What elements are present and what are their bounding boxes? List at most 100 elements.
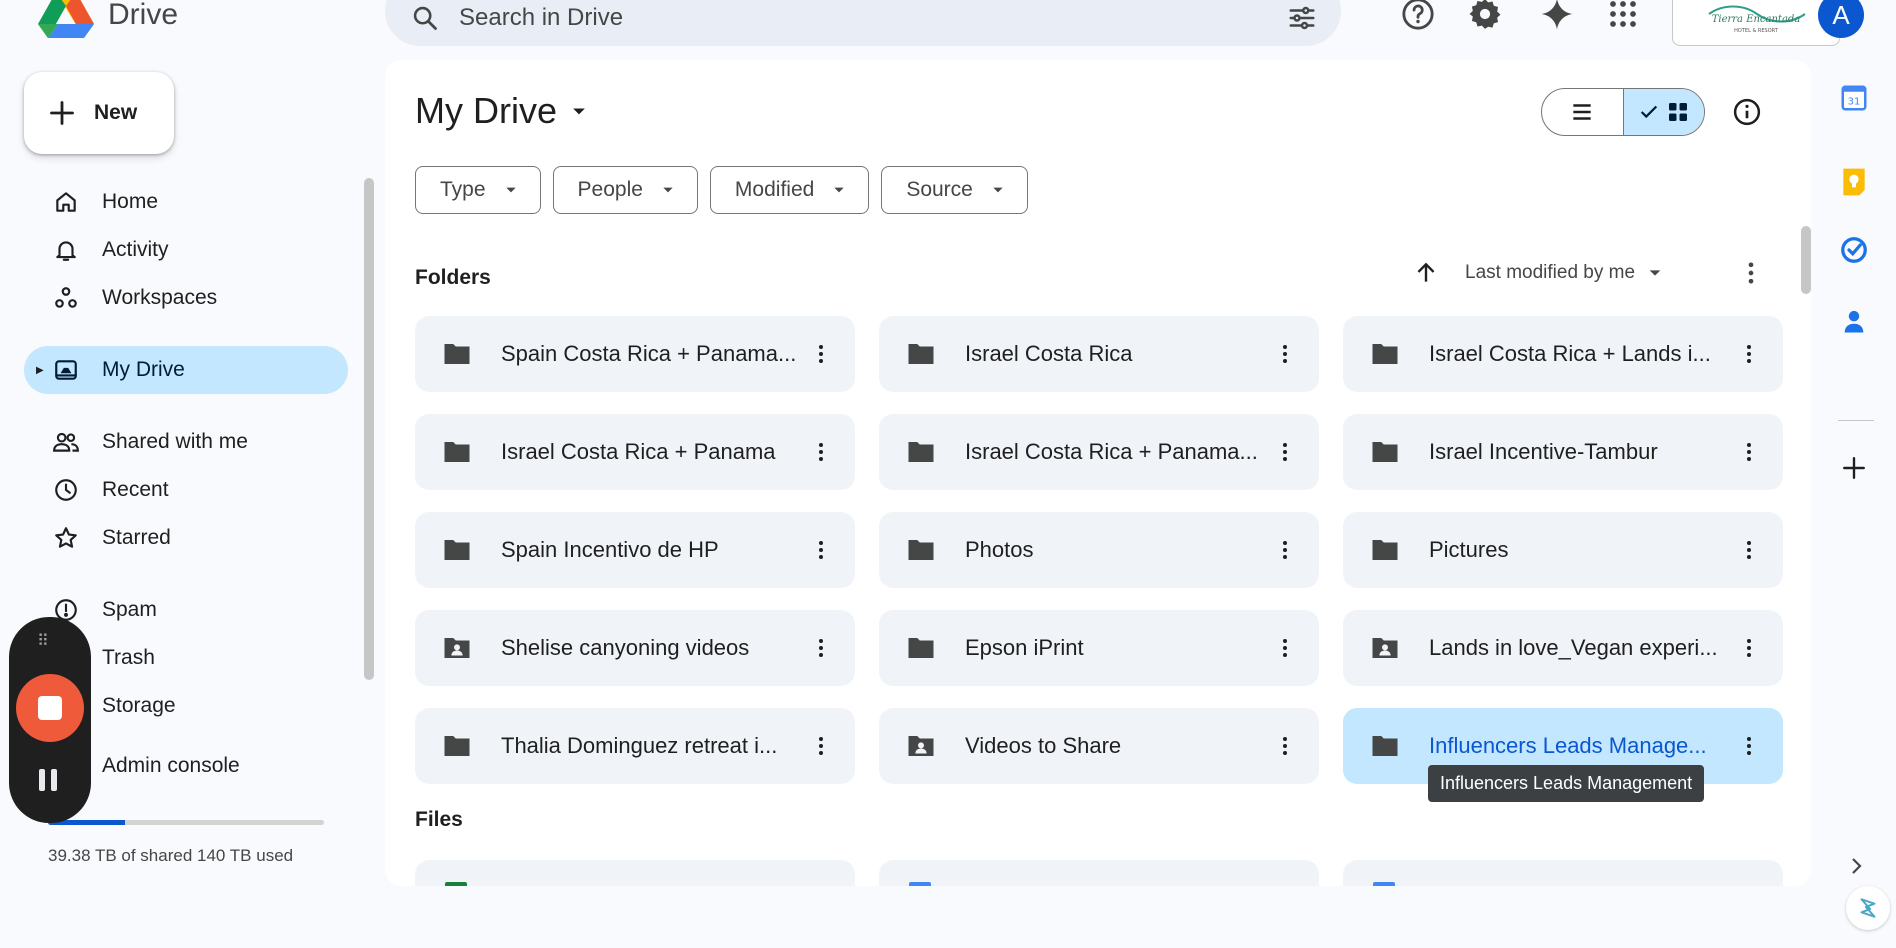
chevron-right-icon[interactable] (1844, 854, 1868, 883)
folder-icon (905, 338, 937, 370)
calendar-icon[interactable]: 31 (1832, 76, 1876, 120)
gear-icon[interactable] (1465, 0, 1505, 34)
sidebar-item-label: Starred (102, 526, 171, 549)
info-icon[interactable] (1727, 92, 1767, 132)
help-icon[interactable] (1398, 0, 1438, 34)
filter-source[interactable]: Source (881, 166, 1028, 214)
sidebar-item-label: Recent (102, 478, 169, 501)
search-input[interactable]: Search in Drive (459, 0, 1287, 32)
search-options-icon[interactable] (1287, 3, 1317, 33)
file-card[interactable] (1343, 860, 1783, 886)
caret-down-icon (993, 187, 1003, 193)
folder-card[interactable]: Israel Incentive-Tambur (1343, 414, 1783, 490)
search-icon[interactable] (411, 4, 439, 32)
more-options-icon[interactable] (1273, 632, 1297, 664)
sidebar-item-recent[interactable]: Recent (24, 466, 348, 514)
stop-icon (38, 696, 62, 720)
more-options-icon[interactable] (1273, 730, 1297, 762)
sidebar-item-starred[interactable]: Starred (24, 514, 348, 562)
folder-card[interactable]: Israel Costa Rica + Panama... (879, 414, 1319, 490)
more-options-icon[interactable] (809, 534, 833, 566)
more-options-icon[interactable] (1737, 436, 1761, 468)
sidebar-item-label: Activity (102, 238, 169, 261)
star-icon (52, 524, 80, 552)
sidebar-item-activity[interactable]: Activity (24, 226, 348, 274)
apps-grid-icon[interactable] (1603, 0, 1643, 34)
folders-heading: Folders (415, 266, 491, 289)
filter-people[interactable]: People (552, 166, 698, 214)
filter-type[interactable]: Type (415, 166, 541, 214)
keep-icon[interactable] (1832, 160, 1876, 204)
folder-card[interactable]: Photos (879, 512, 1319, 588)
stop-recording-button[interactable] (16, 674, 84, 742)
expand-caret-icon[interactable]: ▶ (36, 365, 44, 376)
grid-icon (1668, 103, 1687, 121)
more-options-icon[interactable] (1273, 534, 1297, 566)
sidebar-item-shared-with-me[interactable]: Shared with me (24, 418, 348, 466)
sidebar-item-my-drive[interactable]: ▶ My Drive (24, 346, 348, 394)
folder-card[interactable]: Thalia Dominguez retreat i... (415, 708, 855, 784)
more-options-icon[interactable] (809, 436, 833, 468)
sort-by-label: Last modified by me (1465, 262, 1636, 283)
folder-card[interactable]: Pictures (1343, 512, 1783, 588)
folder-name: Spain Costa Rica + Panama... (501, 341, 797, 366)
more-options-icon[interactable] (1737, 338, 1761, 370)
folder-card[interactable]: Israel Costa Rica (879, 316, 1319, 392)
sidebar-item-label: Home (102, 190, 159, 213)
main-scrollbar[interactable] (1801, 226, 1811, 294)
organization-logo[interactable]: Tierra Encantada HOTEL & RESORT (1672, 0, 1840, 46)
folder-card[interactable]: Spain Incentivo de HP (415, 512, 855, 588)
top-bar: Drive Search in Drive Tierra Encantada HO… (0, 0, 1896, 56)
more-options-icon[interactable] (1273, 436, 1297, 468)
more-options-icon[interactable] (809, 338, 833, 370)
list-view-button[interactable] (1542, 89, 1623, 135)
extension-badge-icon[interactable] (1846, 886, 1890, 930)
tasks-icon[interactable] (1832, 228, 1876, 272)
account-avatar[interactable]: A (1818, 0, 1864, 38)
sidebar-item-home[interactable]: Home (24, 178, 348, 226)
drive-logo[interactable]: Drive (38, 0, 178, 38)
contacts-icon[interactable] (1832, 300, 1876, 344)
folder-card[interactable]: Spain Costa Rica + Panama... (415, 316, 855, 392)
shared-folder-icon (905, 730, 937, 762)
sort-direction-arrow-icon[interactable] (1413, 260, 1439, 286)
new-button[interactable]: New (24, 72, 174, 154)
folder-card[interactable]: Lands in love_Vegan experi... (1343, 610, 1783, 686)
app-name: Drive (108, 0, 179, 31)
more-options-icon[interactable] (1737, 730, 1761, 762)
sidebar-scrollbar[interactable] (364, 178, 374, 680)
more-options-icon[interactable] (1273, 338, 1297, 370)
more-options-icon[interactable] (1737, 632, 1761, 664)
folder-card[interactable]: Epson iPrint (879, 610, 1319, 686)
file-card[interactable] (415, 860, 855, 886)
folder-icon (1369, 436, 1401, 468)
sort-by-dropdown[interactable]: Last modified by me (1465, 262, 1663, 284)
drive-logo-icon (38, 0, 94, 38)
view-toggle (1541, 88, 1705, 136)
search-bar[interactable]: Search in Drive (385, 0, 1341, 46)
folder-card[interactable]: Shelise canyoning videos (415, 610, 855, 686)
folder-name: Videos to Share (965, 733, 1122, 758)
file-card[interactable] (879, 860, 1319, 886)
drag-handle-icon[interactable]: ⠿ (37, 631, 51, 651)
grid-view-button[interactable] (1622, 89, 1704, 135)
folder-name: Lands in love_Vegan experi... (1429, 635, 1718, 660)
more-options-icon[interactable] (809, 730, 833, 762)
filter-modified[interactable]: Modified (709, 166, 870, 214)
page-title[interactable]: My Drive (415, 90, 589, 132)
folder-card[interactable]: Videos to Share (879, 708, 1319, 784)
folder-icon (905, 632, 937, 664)
pause-recording-button[interactable] (39, 769, 57, 791)
add-addon-icon[interactable] (1832, 446, 1876, 490)
more-options-icon[interactable] (1737, 534, 1761, 566)
people-icon (52, 428, 80, 456)
more-options-icon[interactable] (1737, 258, 1765, 293)
gemini-sparkle-icon[interactable] (1537, 0, 1577, 34)
folder-card[interactable]: Israel Costa Rica + Lands i... (1343, 316, 1783, 392)
folder-name: Israel Incentive-Tambur (1429, 439, 1658, 464)
bell-icon (52, 236, 80, 264)
sidebar-item-workspaces[interactable]: Workspaces (24, 274, 348, 322)
docs-icon (909, 882, 931, 886)
folder-card[interactable]: Israel Costa Rica + Panama (415, 414, 855, 490)
more-options-icon[interactable] (809, 632, 833, 664)
